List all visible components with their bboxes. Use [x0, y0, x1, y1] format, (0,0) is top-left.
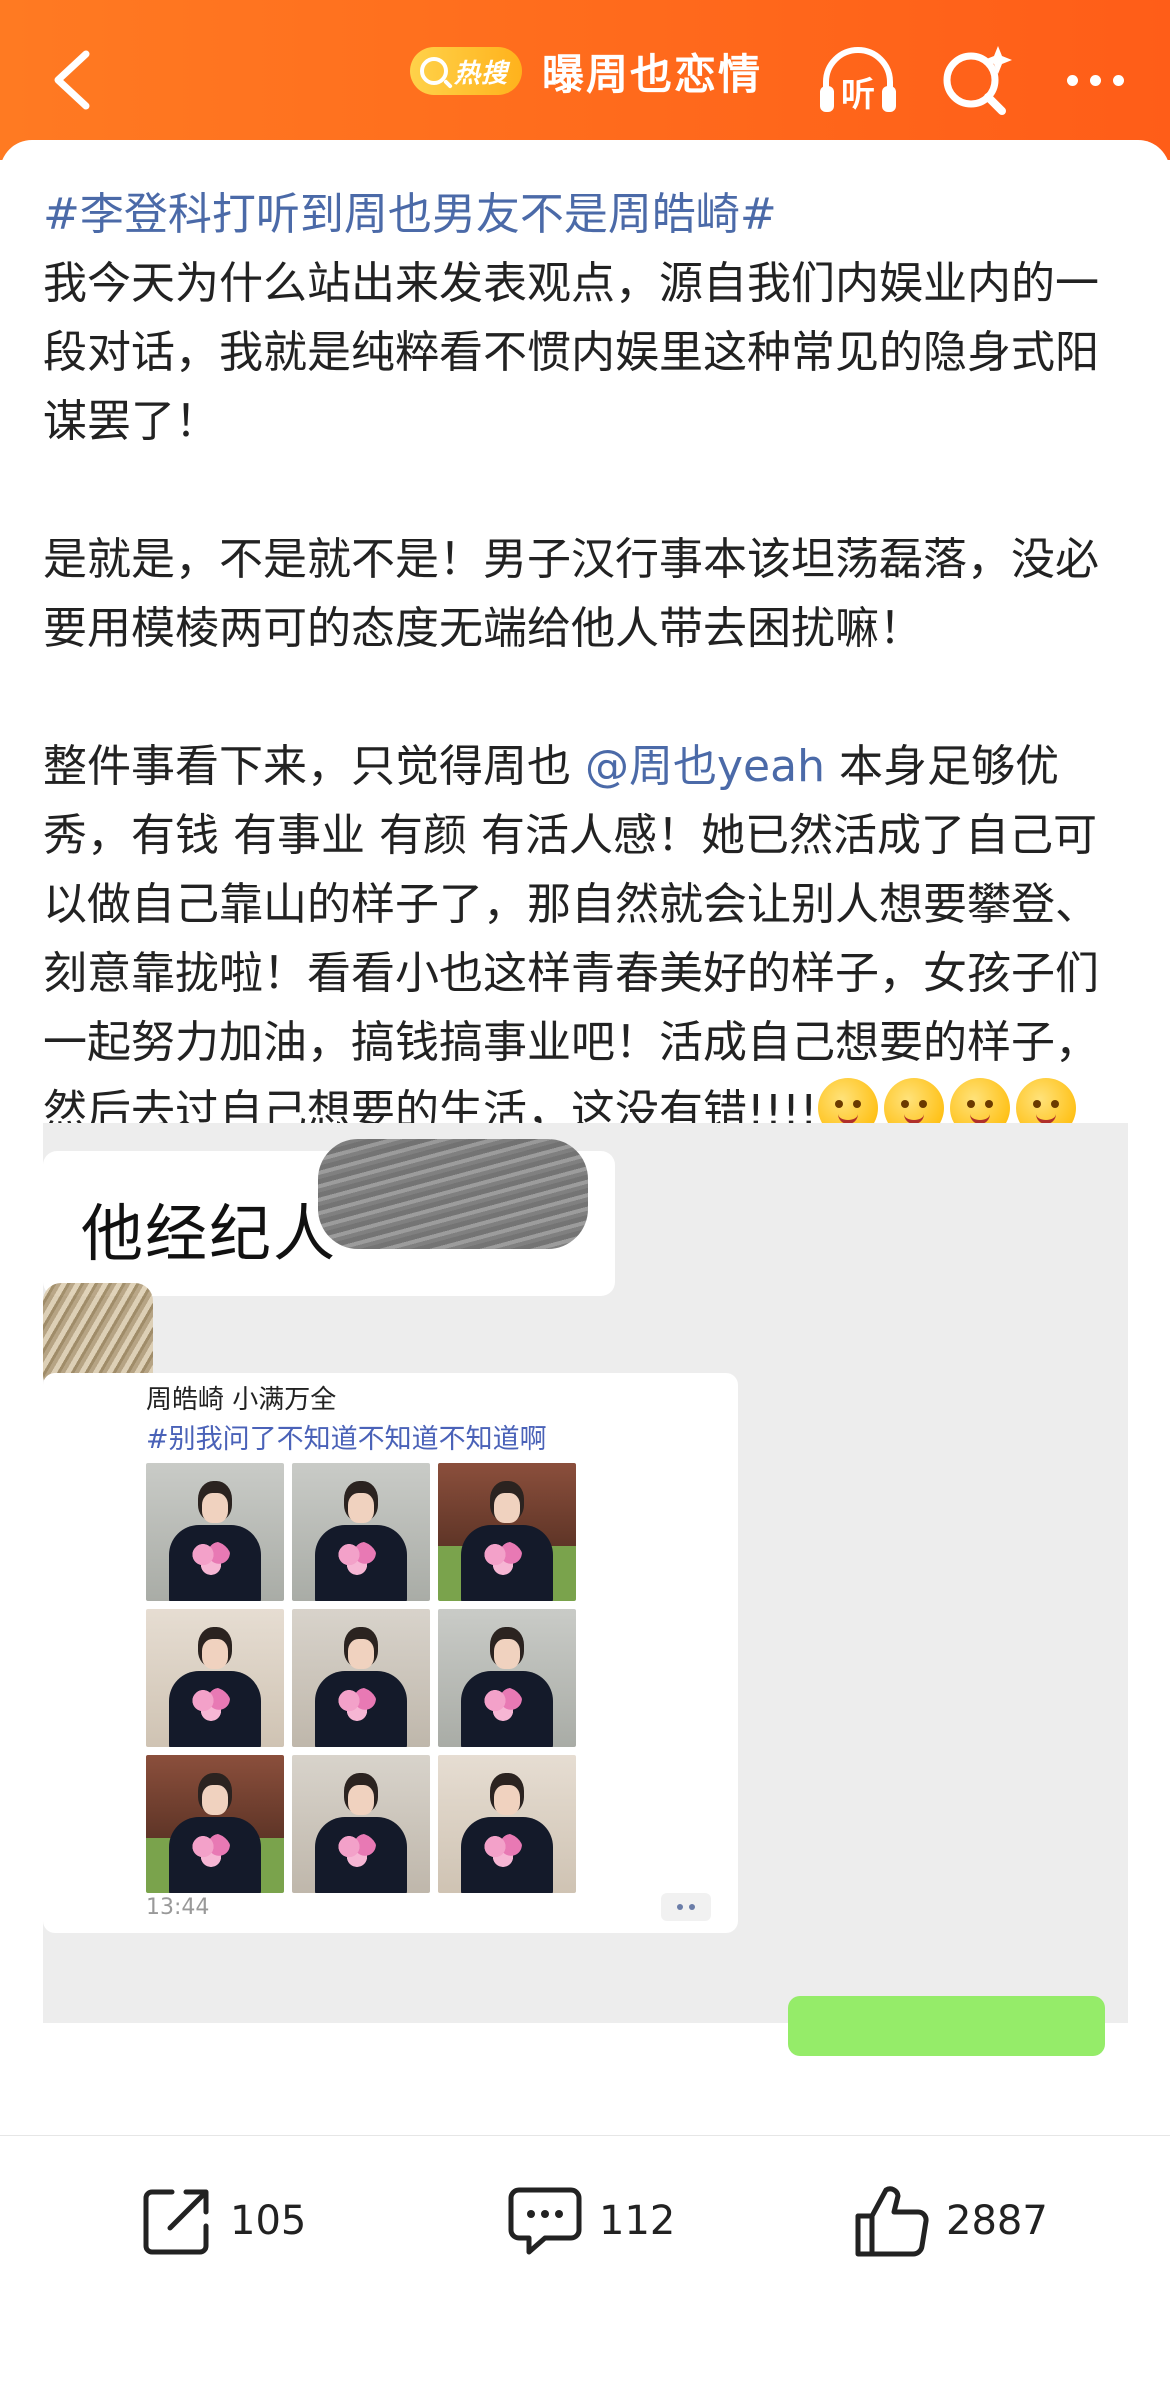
paragraph-3-lead: 整件事看下来，只觉得周也 — [43, 741, 585, 792]
photo-grid — [146, 1463, 591, 1906]
photo-thumbnail — [146, 1755, 284, 1893]
clipped-previous-line: ▁▁▁ ▁▁ — [190, 140, 332, 146]
post-image[interactable]: 他经纪人 周皓崎 小满万全 #别我问了不知道不知道不知道啊 13:44 — [43, 1123, 1128, 2056]
post-paragraph-2: 是就是，不是就不是！男子汉行事本该坦荡磊落，没必要用模棱两可的态度无端给他人带去… — [43, 534, 1099, 654]
comment-icon — [508, 2187, 582, 2255]
agent-message-text: 他经纪人 — [81, 1197, 338, 1270]
photo-thumbnail — [438, 1609, 576, 1747]
hot-search-label: 热搜 — [454, 58, 509, 89]
post-paragraph-1: 我今天为什么站出来发表观点，源自我们内娱业内的一段对话，我就是纯粹看不惯内娱里这… — [43, 258, 1099, 447]
photo-thumbnail — [292, 1755, 430, 1893]
post-hashtag[interactable]: #李登科打听到周也男友不是周皓崎# — [43, 189, 777, 240]
user-mention[interactable]: @周也yeah — [585, 741, 825, 792]
hot-search-topic[interactable]: 热搜 曝周也恋情 — [410, 44, 762, 99]
listen-button[interactable]: 听 — [808, 30, 908, 130]
top-navigation-bar: 热搜 曝周也恋情 听 — [0, 0, 1170, 160]
magnifier-sparkle-icon — [943, 46, 1012, 115]
photo-thumbnail — [146, 1463, 284, 1601]
back-button[interactable] — [22, 30, 122, 130]
more-dots-icon — [661, 1893, 711, 1921]
chat-bubble-self — [788, 1996, 1105, 2056]
bottom-action-bar: 105 112 2887 — [0, 2135, 1170, 2399]
photo-thumbnail — [292, 1463, 430, 1601]
hot-search-badge: 热搜 — [410, 47, 523, 95]
like-button[interactable]: 2887 — [852, 2176, 1048, 2266]
forwarded-post-author: 周皓崎 小满万全 — [146, 1385, 337, 1415]
post-body: #李登科打听到周也男友不是周皓崎# 我今天为什么站出来发表观点，源自我们内娱业内… — [43, 180, 1133, 1215]
redaction-scribble — [318, 1139, 588, 1249]
dot-icon — [1089, 74, 1101, 86]
search-icon — [420, 57, 448, 85]
dot-icon — [1066, 74, 1078, 86]
photo-thumbnail — [438, 1755, 576, 1893]
comment-count: 112 — [599, 2198, 676, 2244]
listen-label: 听 — [841, 75, 875, 115]
paragraph-3-rest: 本身足够优秀，有钱 有事业 有颜 有活人感！她已然活成了自己可以做自己靠山的样子… — [43, 741, 1099, 1137]
share-icon — [143, 2189, 209, 2255]
thumbs-up-icon — [855, 2186, 929, 2257]
photo-thumbnail — [292, 1609, 430, 1747]
message-timestamp: 13:44 — [146, 1895, 210, 1920]
photo-thumbnail — [438, 1463, 576, 1601]
forwarded-post-bubble: 周皓崎 小满万全 #别我问了不知道不知道不知道啊 13:44 — [43, 1373, 738, 1933]
like-count: 2887 — [946, 2198, 1048, 2244]
dot-icon — [1112, 74, 1124, 86]
chevron-left-icon — [54, 50, 90, 110]
search-button[interactable] — [926, 30, 1026, 130]
more-options-button[interactable] — [1040, 30, 1150, 130]
page-title: 曝周也恋情 — [542, 49, 763, 99]
share-button[interactable]: 105 — [138, 2176, 306, 2266]
photo-thumbnail — [146, 1609, 284, 1747]
share-count: 105 — [230, 2198, 307, 2244]
comment-button[interactable]: 112 — [505, 2176, 675, 2266]
headphones-icon: 听 — [820, 47, 896, 115]
forwarded-post-hashtag: #别我问了不知道不知道不知道啊 — [146, 1424, 547, 1455]
